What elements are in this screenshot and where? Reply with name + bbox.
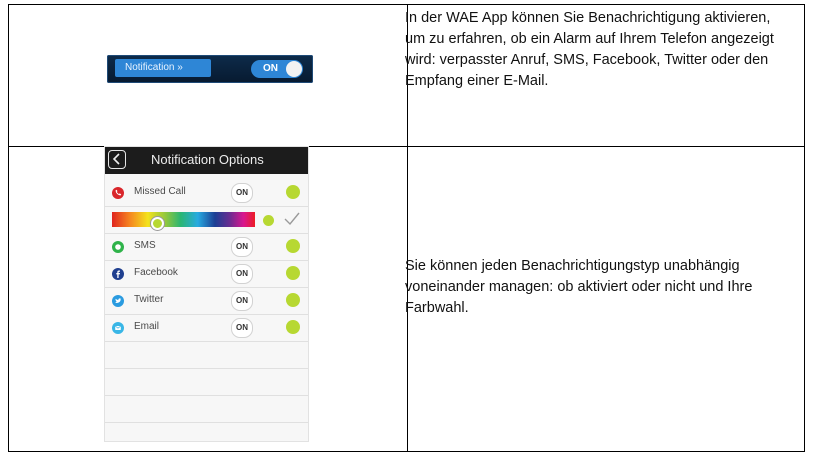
notification-banner: Notification » ON [107, 55, 313, 83]
row-label: Facebook [134, 267, 178, 278]
row-toggle[interactable]: ON [231, 237, 253, 257]
color-spectrum-slider[interactable] [112, 212, 255, 230]
twitter-icon [112, 295, 124, 307]
row-sms: SMS ON [105, 234, 308, 261]
color-slider-handle[interactable] [151, 217, 164, 230]
notification-description: In der WAE App können Sie Benachrichtigu… [405, 10, 774, 89]
color-indicator[interactable] [286, 266, 300, 280]
management-description: Sie können jeden Benachrichtigungstyp un… [405, 258, 753, 316]
row-facebook: Facebook ON [105, 261, 308, 288]
row-label: Twitter [134, 294, 164, 305]
phone-screenshot: Notification Options Missed Call ON SMS … [104, 146, 309, 442]
row-toggle[interactable]: ON [231, 183, 253, 203]
phone-title: Notification Options [151, 152, 264, 167]
color-selector-row [105, 207, 308, 234]
row-label: Email [134, 321, 160, 332]
phone-header: Notification Options [105, 147, 308, 174]
selected-color-dot [263, 215, 274, 226]
back-button[interactable] [108, 150, 126, 169]
empty-row [105, 342, 308, 369]
check-icon[interactable] [283, 210, 301, 228]
color-indicator[interactable] [286, 185, 300, 199]
phone-icon [112, 187, 124, 199]
toggle-label: ON [263, 63, 278, 74]
chevron-left-icon [112, 153, 120, 165]
color-indicator[interactable] [286, 293, 300, 307]
row-toggle[interactable]: ON [231, 291, 253, 311]
row-label: SMS [134, 240, 156, 251]
row-email: Email ON [105, 315, 308, 342]
empty-row [105, 396, 308, 423]
row-label: Missed Call [134, 186, 186, 197]
empty-row [105, 369, 308, 396]
row-missed-call: Missed Call ON [105, 180, 308, 207]
sms-icon [112, 241, 124, 253]
color-indicator[interactable] [286, 320, 300, 334]
row-toggle[interactable]: ON [231, 318, 253, 338]
toggle-knob [286, 61, 302, 77]
notification-button[interactable]: Notification » [115, 59, 211, 77]
notification-toggle[interactable]: ON [251, 60, 303, 78]
email-icon [112, 322, 124, 334]
facebook-icon [112, 268, 124, 280]
row-twitter: Twitter ON [105, 288, 308, 315]
row-toggle[interactable]: ON [231, 264, 253, 284]
color-indicator[interactable] [286, 239, 300, 253]
